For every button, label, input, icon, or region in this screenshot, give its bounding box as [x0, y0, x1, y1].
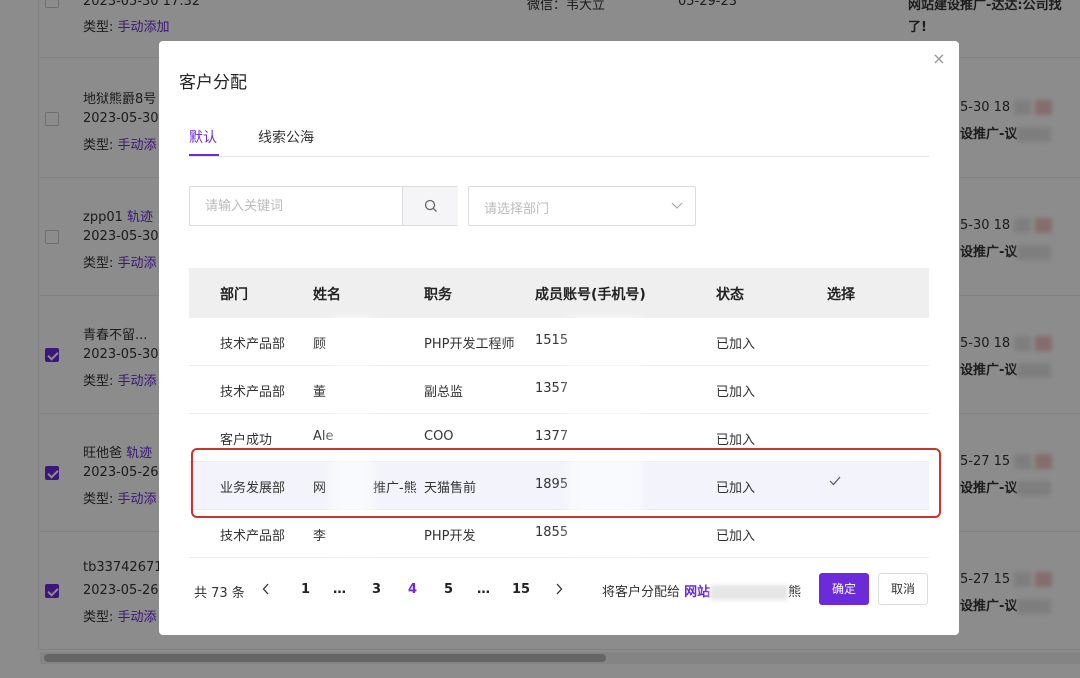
total-count: 共 73 条: [194, 586, 245, 601]
cell-department: 技术产品部: [220, 337, 286, 352]
next-page-icon[interactable]: [555, 583, 563, 595]
cancel-button[interactable]: 取消: [878, 573, 928, 605]
column-header: 职务: [424, 287, 452, 303]
close-icon[interactable]: ×: [929, 49, 949, 69]
cell-name: 董: [313, 385, 327, 400]
cell-name: 李: [313, 529, 327, 544]
cell-status: 已加入: [716, 433, 756, 448]
page-button[interactable]: 15: [512, 582, 530, 597]
cell-phone: 1515: [535, 333, 569, 348]
assign-summary: 将客户分配给 网站x熊: [602, 585, 802, 600]
cell-title: PHP开发工程师: [424, 337, 515, 352]
search-box: [189, 186, 458, 226]
column-header: 状态: [716, 287, 744, 303]
dialog-title: 客户分配: [179, 73, 247, 93]
page-button[interactable]: 1: [301, 582, 310, 597]
page-button[interactable]: 5: [444, 582, 453, 597]
chevron-down-icon: [671, 202, 683, 209]
prev-page-icon[interactable]: [262, 583, 270, 595]
search-icon: [424, 199, 437, 212]
search-input[interactable]: [190, 187, 402, 225]
table-row[interactable]: 技术产品部 顾 PHP开发工程师 1515 已加入: [189, 318, 929, 366]
cell-title: COO: [424, 429, 454, 444]
tab-lead-pool[interactable]: 线索公海: [258, 127, 314, 147]
cell-phone: 1377: [535, 429, 569, 444]
redaction-blur: [329, 318, 375, 558]
cell-phone: 1855: [535, 525, 569, 540]
column-header: 成员账号(手机号): [535, 287, 646, 303]
redaction-blur: [567, 318, 643, 558]
table-row[interactable]: 技术产品部 董 副总监 1357 已加入: [189, 366, 929, 414]
page-ellipsis[interactable]: …: [333, 582, 346, 597]
page-ellipsis[interactable]: …: [477, 582, 490, 597]
column-header: 部门: [220, 287, 248, 303]
page-button-current[interactable]: 4: [408, 582, 417, 597]
search-button[interactable]: [402, 187, 458, 225]
column-header: 选择: [827, 287, 855, 303]
cell-status: 已加入: [716, 529, 756, 544]
cell-department: 技术产品部: [220, 529, 286, 544]
cell-department: 技术产品部: [220, 385, 286, 400]
department-select-placeholder: 请选择部门: [484, 202, 550, 217]
customer-assign-dialog: 客户分配 × 默认 线索公海 请选择部门 部门 姓名 职务 成员账号(手机号) …: [159, 41, 959, 635]
tab-bar: 默认 线索公海: [189, 119, 929, 157]
selection-highlight-box: [191, 448, 941, 518]
tab-active-indicator: [189, 154, 219, 156]
cell-status: 已加入: [716, 337, 756, 352]
cell-name: 顾: [313, 337, 327, 352]
page-button[interactable]: 3: [372, 582, 381, 597]
column-header: 姓名: [313, 287, 341, 303]
table-header: 部门 姓名 职务 成员账号(手机号) 状态 选择: [189, 268, 929, 318]
tab-default[interactable]: 默认: [189, 127, 217, 147]
cell-department: 客户成功: [220, 433, 273, 448]
dialog-footer: 共 73 条 1 … 3 4 5 … 15 将客户分配给 网站x熊 确定 取消: [159, 571, 959, 611]
confirm-button[interactable]: 确定: [819, 573, 869, 605]
cell-title: 副总监: [424, 385, 464, 400]
department-select[interactable]: 请选择部门: [468, 186, 696, 226]
cell-status: 已加入: [716, 385, 756, 400]
cell-phone: 1357: [535, 381, 569, 396]
cell-title: PHP开发: [424, 529, 476, 544]
